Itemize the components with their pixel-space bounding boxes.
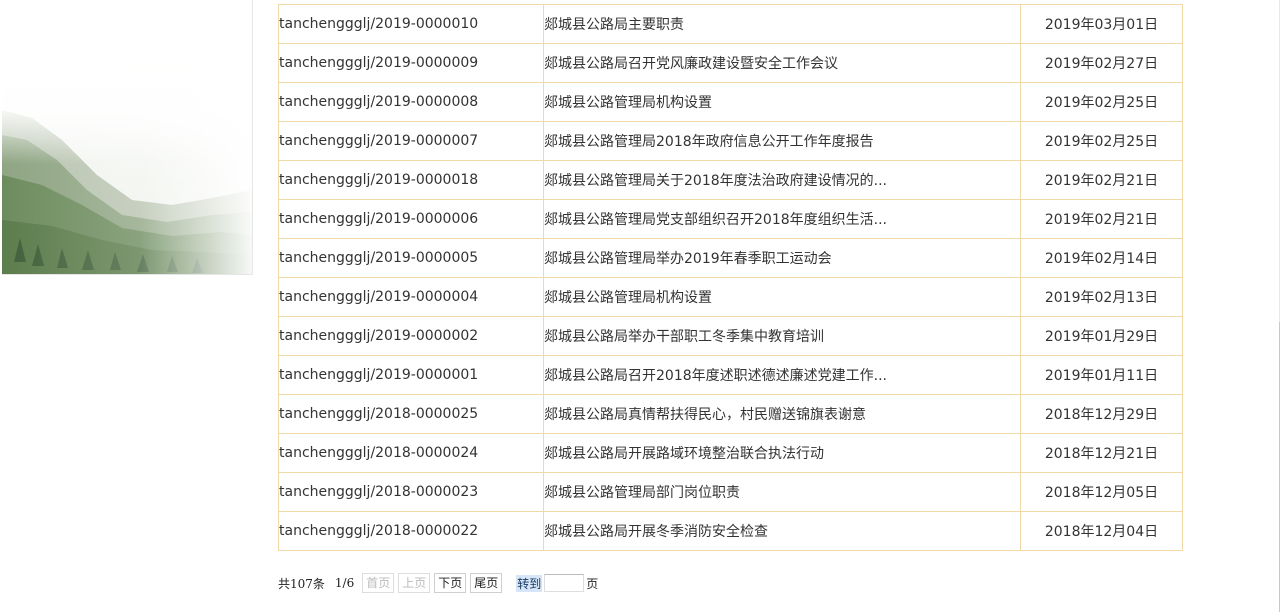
doc-title-link[interactable]: 郯城县公路管理局部门岗位职责	[545, 485, 741, 501]
doc-title-link[interactable]: 郯城县公路管理局机构设置	[545, 290, 713, 306]
table-row: tanchenggglj/2019-0000001 郯城县公路局召开2018年度…	[278, 355, 1183, 395]
doc-date-cell: 2019年02月21日	[1020, 160, 1183, 200]
doc-id-cell: tanchenggglj/2018-0000025	[278, 394, 544, 434]
doc-id-cell: tanchenggglj/2019-0000005	[278, 238, 544, 278]
doc-date-cell: 2019年02月27日	[1020, 43, 1183, 83]
goto-page-button[interactable]: 转到	[516, 574, 543, 592]
table-row: tanchenggglj/2019-0000007 郯城县公路管理局2018年政…	[278, 121, 1183, 161]
doc-date-cell: 2019年03月01日	[1020, 4, 1183, 44]
pagination-bar: 共107条 1/6 首页 上页 下页 尾页 转到 页	[278, 572, 598, 594]
doc-title-link[interactable]: 郯城县公路管理局机构设置	[545, 95, 713, 111]
table-row: tanchenggglj/2018-0000025 郯城县公路局真情帮扶得民心，…	[278, 394, 1183, 434]
doc-date-cell: 2019年02月13日	[1020, 277, 1183, 317]
doc-date-cell: 2018年12月29日	[1020, 394, 1183, 434]
doc-id-cell: tanchenggglj/2019-0000010	[278, 4, 544, 44]
table-row: tanchenggglj/2019-0000002 郯城县公路局举办干部职工冬季…	[278, 316, 1183, 356]
doc-date-cell: 2018年12月21日	[1020, 433, 1183, 473]
table-row: tanchenggglj/2019-0000009 郯城县公路局召开党风廉政建设…	[278, 43, 1183, 83]
doc-title-link[interactable]: 郯城县公路局召开2018年度述职述德述廉述党建工作...	[545, 368, 887, 384]
table-row: tanchenggglj/2019-0000004 郯城县公路管理局机构设置 2…	[278, 277, 1183, 317]
table-row: tanchenggglj/2019-0000008 郯城县公路管理局机构设置 2…	[278, 82, 1183, 122]
doc-id-cell: tanchenggglj/2018-0000022	[278, 511, 544, 551]
doc-title-link[interactable]: 郯城县公路局召开党风廉政建设暨安全工作会议	[545, 56, 839, 72]
doc-title-link[interactable]: 郯城县公路管理局2018年政府信息公开工作年度报告	[545, 134, 874, 150]
doc-id-cell: tanchenggglj/2019-0000002	[278, 316, 544, 356]
doc-title-link[interactable]: 郯城县公路管理局举办2019年春季职工运动会	[545, 251, 832, 267]
scrollbar[interactable]	[1279, 0, 1280, 612]
total-count: 共107条	[278, 576, 325, 591]
doc-date-cell: 2019年01月11日	[1020, 355, 1183, 395]
page-position: 1/6	[334, 576, 355, 590]
doc-title-link[interactable]: 郯城县公路局开展冬季消防安全检查	[545, 524, 769, 540]
doc-title-link[interactable]: 郯城县公路管理局党支部组织召开2018年度组织生活...	[545, 212, 887, 228]
table-row: tanchenggglj/2018-0000024 郯城县公路局开展路域环境整治…	[278, 433, 1183, 473]
table-row: tanchenggglj/2018-0000023 郯城县公路管理局部门岗位职责…	[278, 472, 1183, 512]
doc-id-cell: tanchenggglj/2019-0000006	[278, 199, 544, 239]
table-row: tanchenggglj/2018-0000022 郯城县公路局开展冬季消防安全…	[278, 511, 1183, 551]
doc-id-cell: tanchenggglj/2019-0000009	[278, 43, 544, 83]
doc-title-link[interactable]: 郯城县公路局开展路域环境整治联合执法行动	[545, 446, 825, 462]
doc-id-cell: tanchenggglj/2019-0000007	[278, 121, 544, 161]
prev-page-button: 上页	[398, 573, 431, 593]
doc-id-cell: tanchenggglj/2019-0000001	[278, 355, 544, 395]
doc-date-cell: 2018年12月04日	[1020, 511, 1183, 551]
doc-title-link[interactable]: 郯城县公路局举办干部职工冬季集中教育培训	[545, 329, 825, 345]
doc-date-cell: 2019年02月25日	[1020, 121, 1183, 161]
doc-date-cell: 2019年01月29日	[1020, 316, 1183, 356]
table-row: tanchenggglj/2019-0000018 郯城县公路管理局关于2018…	[278, 160, 1183, 200]
doc-id-cell: tanchenggglj/2019-0000018	[278, 160, 544, 200]
doc-id-cell: tanchenggglj/2018-0000024	[278, 433, 544, 473]
doc-date-cell: 2019年02月21日	[1020, 199, 1183, 239]
doc-id-cell: tanchenggglj/2019-0000004	[278, 277, 544, 317]
next-page-button[interactable]: 下页	[434, 573, 467, 593]
doc-title-link[interactable]: 郯城县公路局主要职责	[545, 17, 685, 33]
first-page-button: 首页	[362, 573, 395, 593]
doc-date-cell: 2019年02月25日	[1020, 82, 1183, 122]
doc-date-cell: 2019年02月14日	[1020, 238, 1183, 278]
page-suffix-label: 页	[586, 576, 599, 591]
page: tanchenggglj/2019-0000010 郯城县公路局主要职责 201…	[0, 0, 1281, 612]
doc-id-cell: tanchenggglj/2018-0000023	[278, 472, 544, 512]
table-row: tanchenggglj/2019-0000006 郯城县公路管理局党支部组织召…	[278, 199, 1183, 239]
table-row: tanchenggglj/2019-0000010 郯城县公路局主要职责 201…	[278, 4, 1183, 44]
doc-title-link[interactable]: 郯城县公路局真情帮扶得民心，村民赠送锦旗表谢意	[545, 407, 867, 423]
doc-date-cell: 2018年12月05日	[1020, 472, 1183, 512]
landscape-banner-image	[2, 0, 253, 275]
document-table: tanchenggglj/2019-0000010 郯城县公路局主要职责 201…	[278, 4, 1183, 551]
doc-id-cell: tanchenggglj/2019-0000008	[278, 82, 544, 122]
last-page-button[interactable]: 尾页	[470, 573, 503, 593]
page-number-input[interactable]	[544, 574, 585, 592]
table-row: tanchenggglj/2019-0000005 郯城县公路管理局举办2019…	[278, 238, 1183, 278]
doc-title-link[interactable]: 郯城县公路管理局关于2018年度法治政府建设情况的...	[545, 173, 887, 189]
